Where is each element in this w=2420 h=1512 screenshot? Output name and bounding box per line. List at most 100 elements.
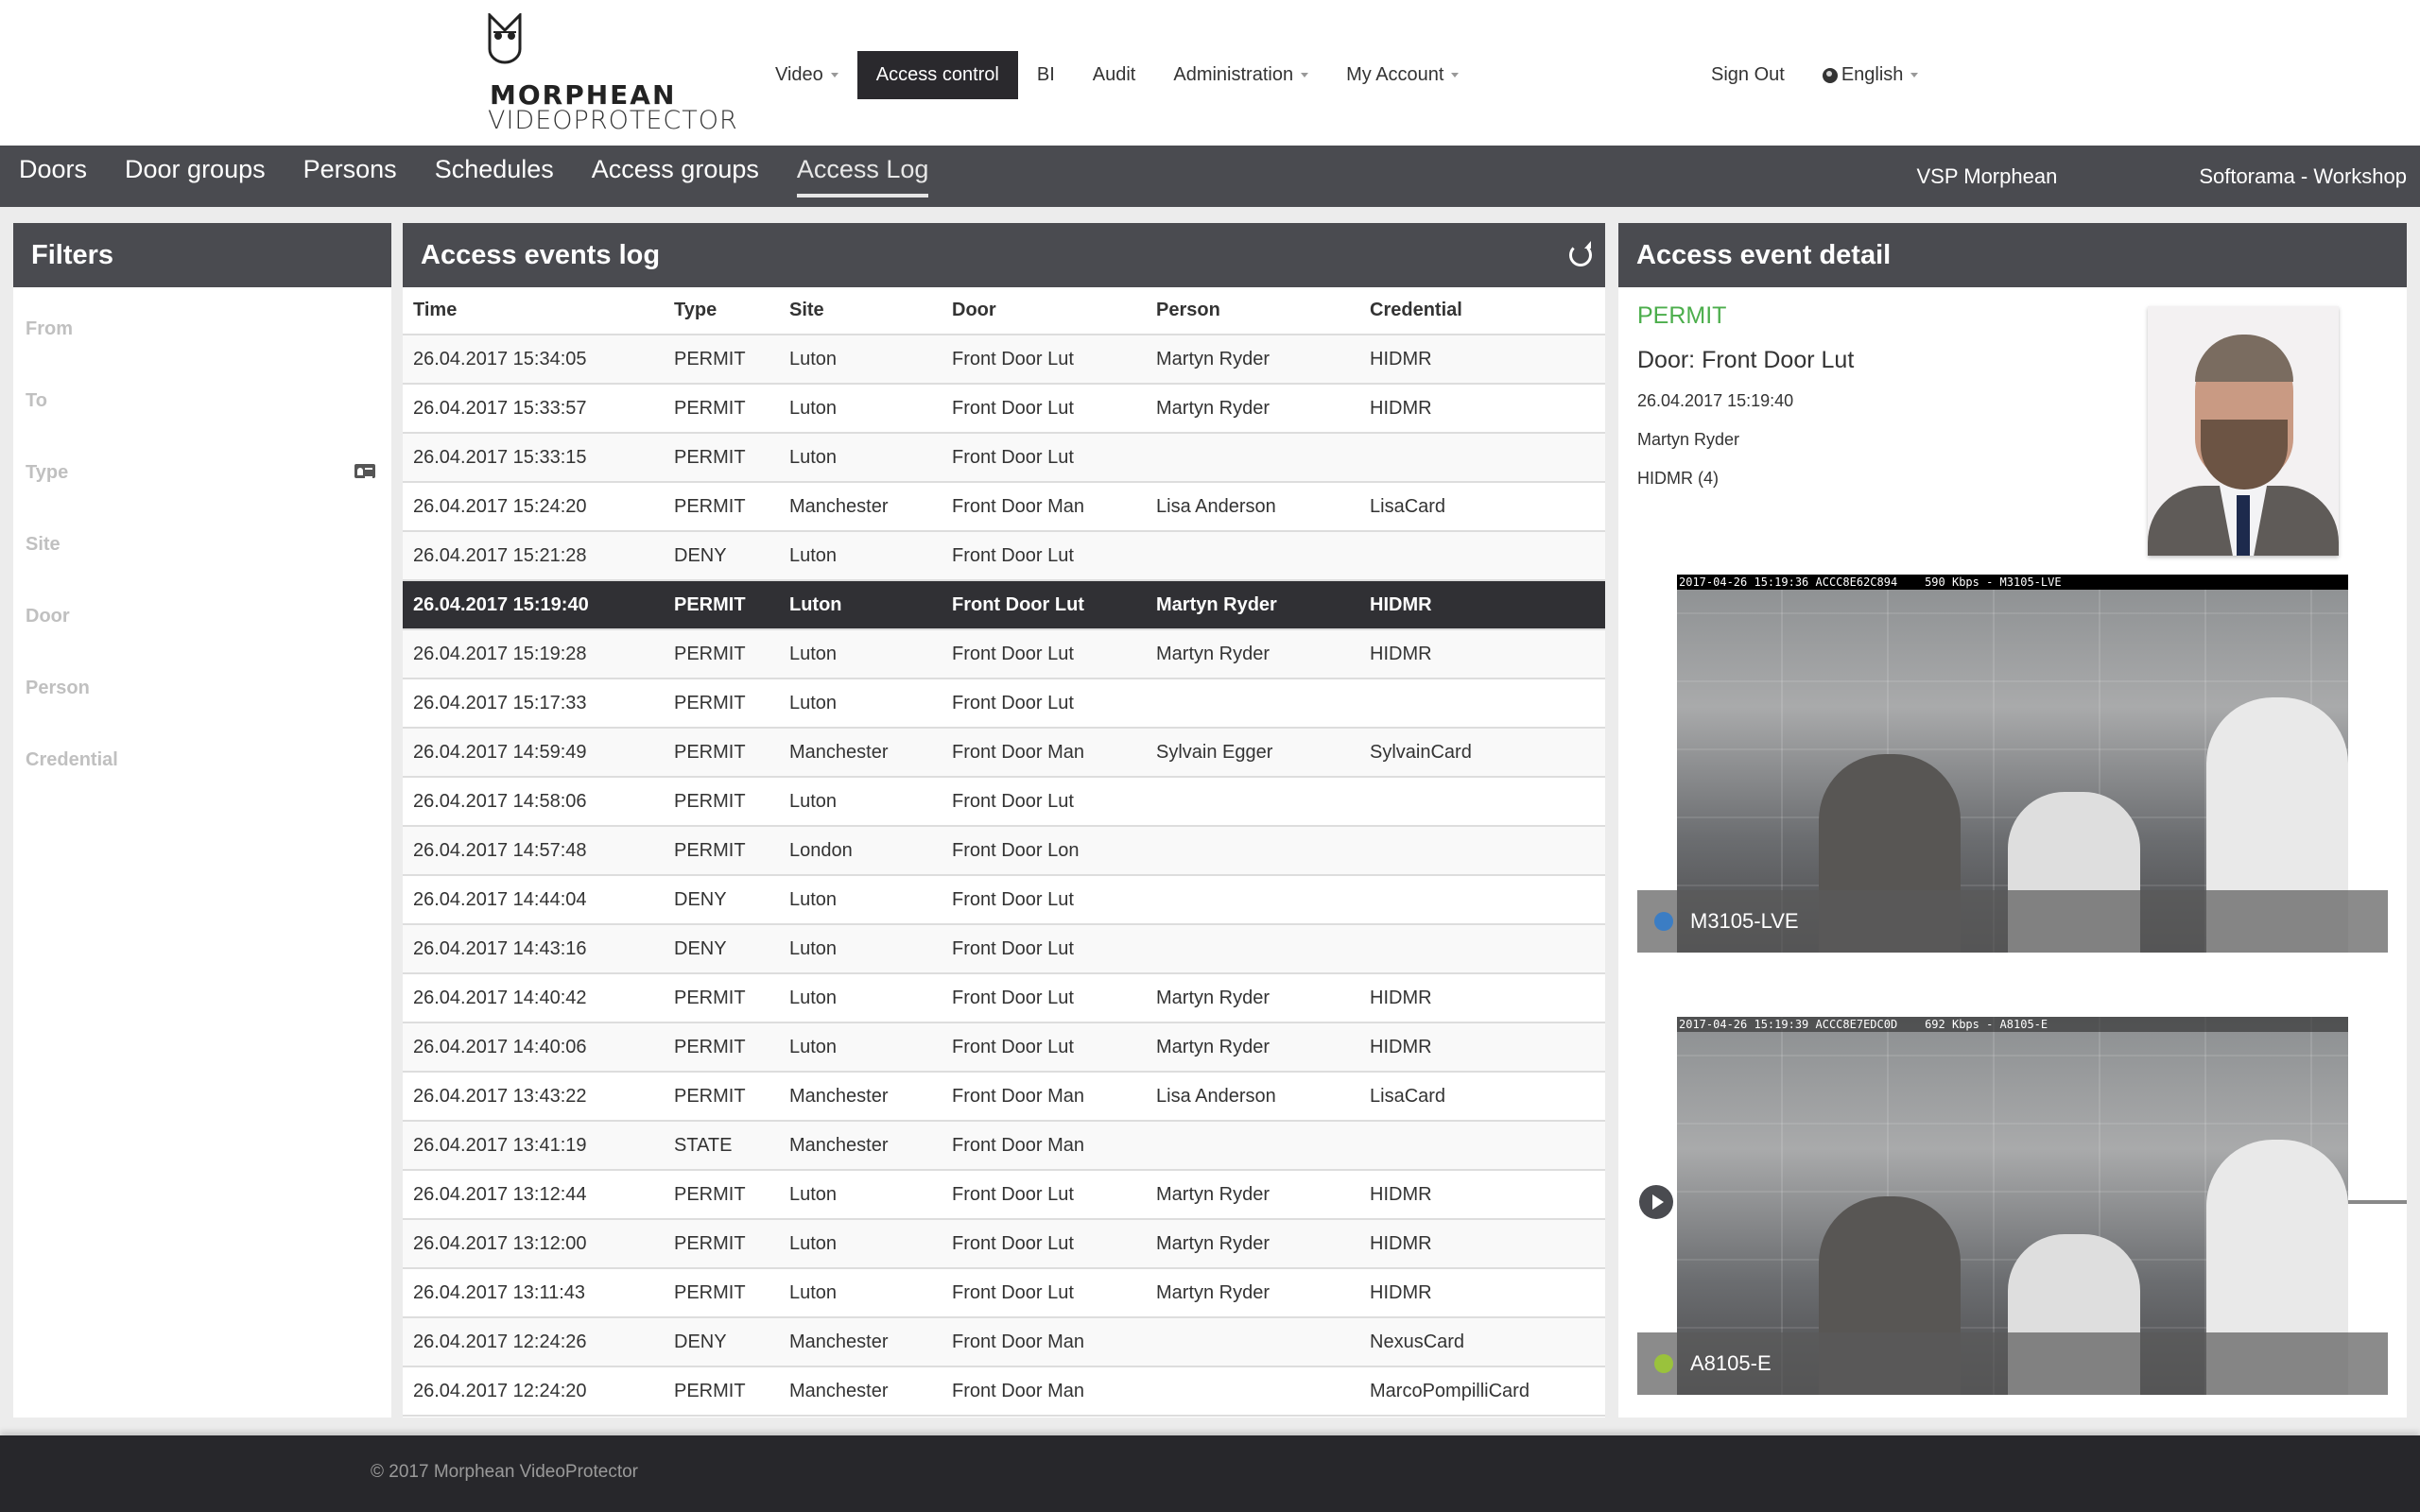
table-row[interactable]: 26.04.2017 12:24:20 PERMIT Manchester Front… <box>403 1366 1605 1417</box>
table-row[interactable]: 26.04.2017 15:19:40 PERMIT Luton Front Door… <box>403 580 1605 630</box>
table-row[interactable]: 26.04.2017 14:40:06 PERMIT Luton Front Door… <box>403 1022 1605 1073</box>
filter-site[interactable]: Site <box>13 508 391 580</box>
column-time[interactable]: Time <box>403 287 664 335</box>
event-person: Martyn Ryder <box>1637 430 1740 449</box>
nav-my-account[interactable]: My Account <box>1327 51 1478 99</box>
cell-person <box>1146 875 1359 925</box>
table-row[interactable]: 26.04.2017 13:11:43 PERMIT Luton Front Door… <box>403 1268 1605 1318</box>
table-row[interactable]: 26.04.2017 15:19:28 PERMIT Luton Front Door… <box>403 629 1605 679</box>
nav-administration[interactable]: Administration <box>1154 51 1327 99</box>
tab-access-groups[interactable]: Access groups <box>573 146 778 207</box>
cell-type: PERMIT <box>664 973 779 1023</box>
cell-site: Manchester <box>779 1072 942 1122</box>
cell-site: Manchester <box>779 728 942 778</box>
cell-time: 26.04.2017 14:40:06 <box>403 1022 664 1073</box>
nav-access-control[interactable]: Access control <box>856 51 1018 99</box>
table-row[interactable]: 26.04.2017 15:33:57 PERMIT Luton Front Door… <box>403 384 1605 434</box>
cell-time: 26.04.2017 15:33:15 <box>403 433 664 483</box>
table-row[interactable]: 26.04.2017 15:24:20 PERMIT Manchester Front… <box>403 482 1605 532</box>
filter-type[interactable]: Type <box>13 437 391 508</box>
cell-site: Luton <box>779 335 942 385</box>
tab-doors[interactable]: Doors <box>0 146 106 207</box>
camera-view-2[interactable]: 2017-04-26 15:19:39 ACCC8E7EDC0D 692 Kbp… <box>1637 1017 2388 1395</box>
photo-beard <box>2201 420 2288 490</box>
organization-name[interactable]: VSP Morphean <box>1917 164 2105 189</box>
nav-bi[interactable]: BI <box>1018 51 1074 99</box>
cell-door: Front Door Lut <box>942 973 1146 1023</box>
cell-time: 26.04.2017 13:12:44 <box>403 1170 664 1220</box>
cell-type: PERMIT <box>664 777 779 827</box>
cell-time: 26.04.2017 15:34:05 <box>403 335 664 385</box>
filter-from[interactable]: From <box>13 293 391 365</box>
site-name[interactable]: Softorama - Workshop <box>2104 164 2420 189</box>
cell-site: Luton <box>779 679 942 729</box>
column-door[interactable]: Door <box>942 287 1146 335</box>
refresh-icon[interactable] <box>1569 241 1592 266</box>
table-row[interactable]: 26.04.2017 15:17:33 PERMIT Luton Front Door… <box>403 679 1605 729</box>
cell-site: London <box>779 826 942 876</box>
filter-door[interactable]: Door <box>13 580 391 652</box>
tab-schedules[interactable]: Schedules <box>416 146 573 207</box>
cell-site: Manchester <box>779 1317 942 1367</box>
cell-door: Front Door Lut <box>942 1219 1146 1269</box>
cell-person: Martyn Ryder <box>1146 384 1359 434</box>
cell-person <box>1146 777 1359 827</box>
cell-credential <box>1359 826 1605 876</box>
cell-type: PERMIT <box>664 433 779 483</box>
caret-down-icon <box>1301 73 1309 77</box>
cell-person <box>1146 531 1359 581</box>
table-row[interactable]: 26.04.2017 14:40:42 PERMIT Luton Front Door… <box>403 973 1605 1023</box>
owl-logo-icon <box>488 13 522 64</box>
cell-site: Manchester <box>779 482 942 532</box>
column-person[interactable]: Person <box>1146 287 1359 335</box>
filter-credential[interactable]: Credential <box>13 724 391 796</box>
cell-type: PERMIT <box>664 482 779 532</box>
camera-view-1[interactable]: 2017-04-26 15:19:36 ACCC8E62C894 590 Kbp… <box>1637 575 2388 953</box>
table-row[interactable]: 26.04.2017 15:34:05 PERMIT Luton Front Door… <box>403 335 1605 385</box>
cell-type: PERMIT <box>664 1366 779 1417</box>
table-row[interactable]: 26.04.2017 13:43:22 PERMIT Manchester Front… <box>403 1072 1605 1122</box>
id-card-icon[interactable] <box>354 464 375 478</box>
filter-credential-placeholder: Credential <box>26 748 118 770</box>
cell-door: Front Door Lut <box>942 679 1146 729</box>
cell-site: Luton <box>779 384 942 434</box>
nav-audit[interactable]: Audit <box>1074 51 1155 99</box>
cell-door: Front Door Man <box>942 1121 1146 1171</box>
cell-credential <box>1359 875 1605 925</box>
table-row[interactable]: 26.04.2017 15:33:15 PERMIT Luton Front Door… <box>403 433 1605 483</box>
filter-type-placeholder: Type <box>26 461 69 483</box>
cell-time: 26.04.2017 15:17:33 <box>403 679 664 729</box>
cell-site: Luton <box>779 1170 942 1220</box>
tab-door-groups[interactable]: Door groups <box>106 146 285 207</box>
cell-person: Martyn Ryder <box>1146 580 1359 630</box>
table-row[interactable]: 26.04.2017 14:59:49 PERMIT Manchester Front… <box>403 728 1605 778</box>
cell-type: PERMIT <box>664 335 779 385</box>
cell-type: PERMIT <box>664 1022 779 1073</box>
table-row[interactable]: 26.04.2017 14:58:06 PERMIT Luton Front Door… <box>403 777 1605 827</box>
brand-logo[interactable]: MORPHEAN VIDEOPROTECTOR <box>484 13 739 135</box>
tab-access-log[interactable]: Access Log <box>778 146 948 207</box>
table-row[interactable]: 26.04.2017 14:57:48 PERMIT London Front Doo… <box>403 826 1605 876</box>
cell-type: PERMIT <box>664 826 779 876</box>
cell-time: 26.04.2017 13:12:00 <box>403 1219 664 1269</box>
sign-out-link[interactable]: Sign Out <box>1692 64 1804 86</box>
column-site[interactable]: Site <box>779 287 942 335</box>
nav-video[interactable]: Video <box>756 51 857 99</box>
tab-persons[interactable]: Persons <box>285 146 416 207</box>
filter-to[interactable]: To <box>13 365 391 437</box>
table-row[interactable]: 26.04.2017 13:12:44 PERMIT Luton Front Door… <box>403 1170 1605 1220</box>
cell-credential <box>1359 679 1605 729</box>
column-credential[interactable]: Credential <box>1359 287 1605 335</box>
table-row[interactable]: 26.04.2017 13:41:19 STATE Manchester Front … <box>403 1121 1605 1171</box>
table-row[interactable]: 26.04.2017 12:24:26 DENY Manchester Front D… <box>403 1317 1605 1367</box>
cell-time: 26.04.2017 12:24:20 <box>403 1366 664 1417</box>
table-row[interactable]: 26.04.2017 14:43:16 DENY Luton Front Door L… <box>403 924 1605 974</box>
filter-person[interactable]: Person <box>13 652 391 724</box>
table-row[interactable]: 26.04.2017 14:44:04 DENY Luton Front Door L… <box>403 875 1605 925</box>
table-row[interactable]: 26.04.2017 15:21:28 DENY Luton Front Door L… <box>403 531 1605 581</box>
column-type[interactable]: Type <box>664 287 779 335</box>
nav-access-control-label: Access control <box>875 64 999 85</box>
cell-site: Luton <box>779 924 942 974</box>
language-selector[interactable]: English <box>1804 64 1938 86</box>
table-row[interactable]: 26.04.2017 13:12:00 PERMIT Luton Front Door… <box>403 1219 1605 1269</box>
